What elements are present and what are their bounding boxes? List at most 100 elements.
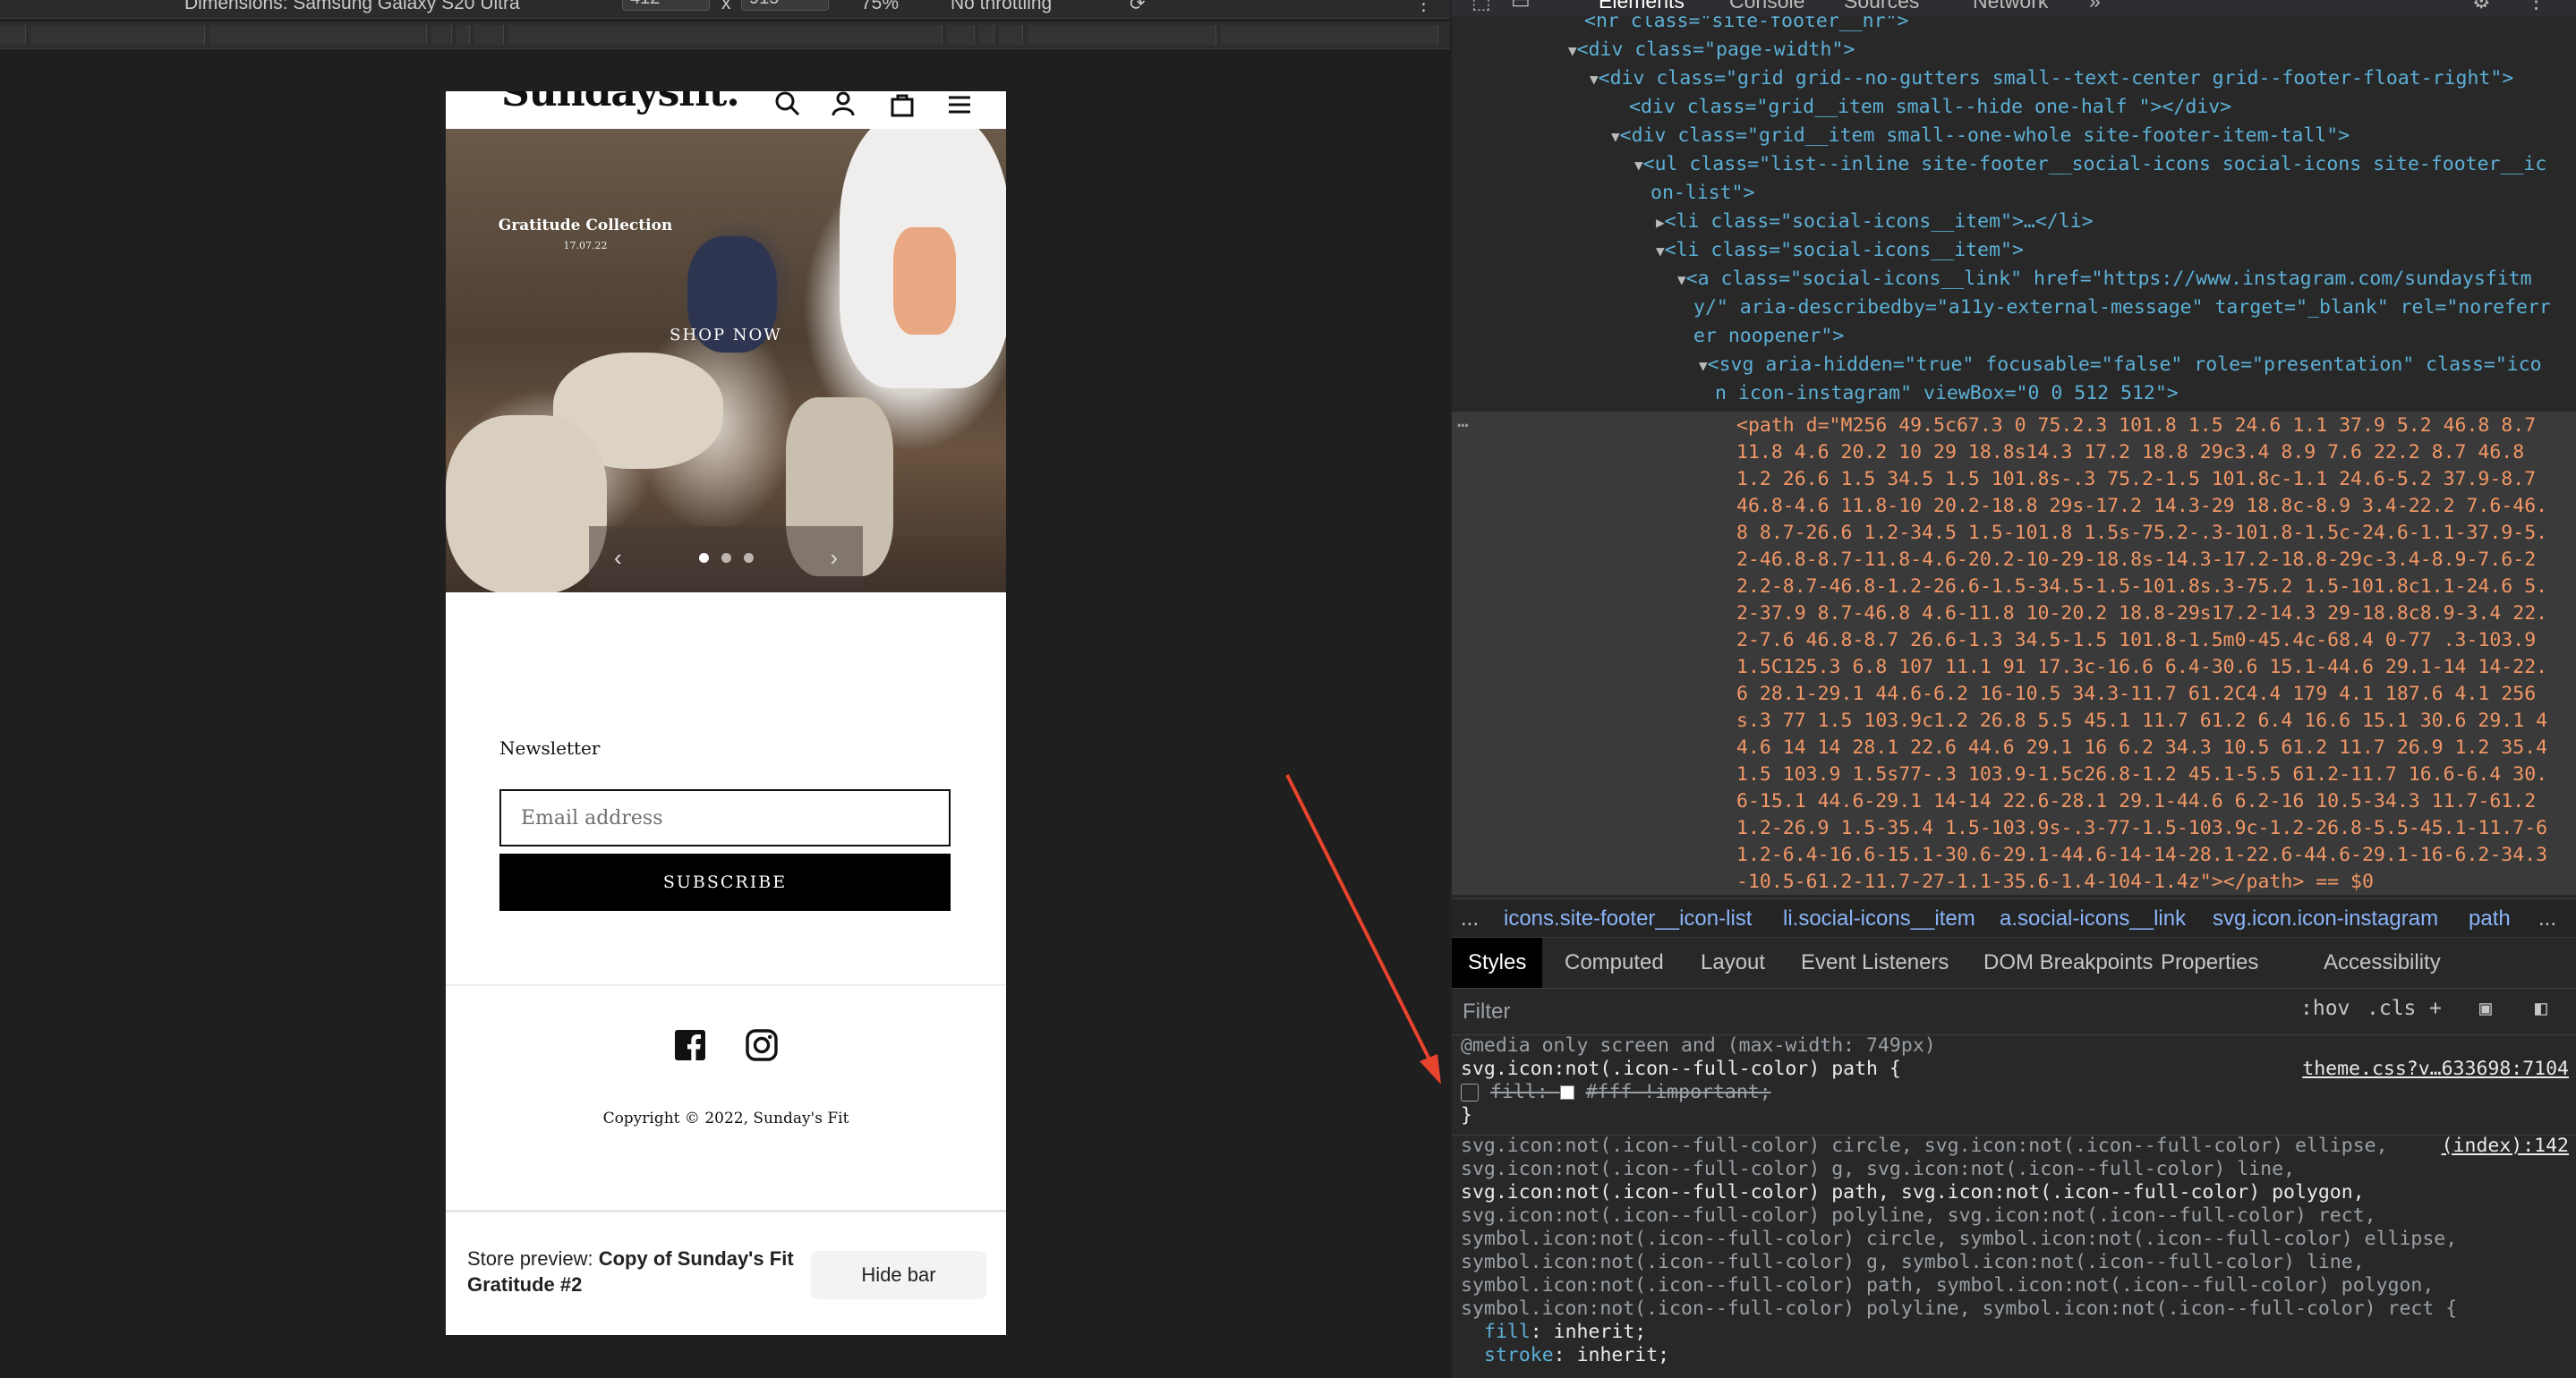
expand-triangle-icon[interactable]: ▼: [1611, 128, 1620, 145]
tab-event-listeners[interactable]: Event Listeners: [1801, 950, 1949, 975]
facebook-icon[interactable]: [674, 1029, 706, 1066]
devtools-menu-icon[interactable]: ⋮: [2526, 0, 2546, 13]
ruler-segment[interactable]: [947, 25, 975, 45]
rule-source-link[interactable]: (index):142: [2442, 1135, 2569, 1158]
settings-icon[interactable]: ⚙: [2472, 0, 2491, 13]
color-swatch[interactable]: [1559, 1085, 1574, 1100]
store-preview-text: Store preview: Copy of Sunday's Fit Grat…: [467, 1246, 843, 1297]
dom-node[interactable]: <hr class="site-footer__hr">: [1584, 16, 1908, 36]
device-toggle-icon[interactable]: ▭: [1511, 0, 1531, 13]
breadcrumb-item[interactable]: svg.icon.icon-instagram: [2213, 906, 2438, 931]
dom-node[interactable]: ▼<svg aria-hidden="true" focusable="fals…: [1699, 351, 2542, 380]
dimension-separator: x: [721, 0, 731, 13]
ruler-segment[interactable]: [1221, 25, 1438, 45]
account-icon[interactable]: [825, 91, 861, 122]
more-tabs-icon[interactable]: »: [2089, 0, 2101, 13]
style-declaration: fill: #fff !important;: [1461, 1081, 1771, 1104]
inspect-icon[interactable]: ⬚: [1471, 0, 1491, 13]
expand-triangle-icon[interactable]: ▼: [1677, 271, 1686, 288]
tab-network[interactable]: Network: [1973, 0, 2048, 13]
throttling-select[interactable]: No throttling: [951, 0, 1052, 14]
slider-dot[interactable]: [698, 552, 709, 563]
tab-properties[interactable]: Properties: [2161, 950, 2258, 975]
breadcrumb-overflow[interactable]: ...: [1461, 906, 1479, 931]
rule-source-link[interactable]: theme.css?v…633698:7104: [2302, 1058, 2569, 1081]
expand-triangle-icon[interactable]: ▼: [1590, 71, 1599, 88]
rule-selector: symbol.icon:not(.icon--full-color) g, sy…: [1461, 1251, 2365, 1273]
dom-node[interactable]: ▶<li class="social-icons__item">…</li>: [1656, 208, 2094, 237]
device-select[interactable]: Dimensions: Samsung Galaxy S20 Ultra: [184, 0, 520, 14]
device-toolbar: Dimensions: Samsung Galaxy S20 Ultra 412…: [0, 0, 1450, 19]
slider-dot[interactable]: [721, 552, 731, 563]
node-actions-icon[interactable]: ⋯: [1457, 412, 1469, 440]
expand-triangle-icon[interactable]: ▼: [1568, 42, 1577, 59]
rule-separator: [1452, 1135, 2576, 1136]
tab-layout[interactable]: Layout: [1701, 950, 1765, 975]
paint-brush-icon[interactable]: ▣: [2479, 997, 2492, 1020]
ruler-segment[interactable]: [456, 25, 470, 45]
breadcrumb-overflow[interactable]: ...: [2538, 906, 2556, 931]
class-toggle-button[interactable]: .cls: [2367, 997, 2416, 1020]
zoom-select[interactable]: 75%: [861, 0, 899, 14]
declaration-checkbox[interactable]: [1461, 1084, 1479, 1102]
shop-now-link[interactable]: SHOP NOW: [446, 326, 1006, 344]
style-declaration[interactable]: fill: inherit;: [1484, 1321, 1646, 1344]
search-icon[interactable]: [770, 91, 806, 122]
store-preview-bar: Store preview: Copy of Sunday's Fit Grat…: [446, 1213, 1006, 1335]
ruler-segment[interactable]: [999, 25, 1023, 45]
menu-icon[interactable]: [942, 91, 977, 122]
ruler-segment[interactable]: [474, 25, 504, 45]
email-field[interactable]: [499, 789, 951, 846]
ruler-segment[interactable]: [30, 25, 205, 45]
expand-triangle-icon[interactable]: ▼: [1634, 157, 1643, 174]
selected-dom-node[interactable]: ⋯ <path d="M256 49.5c67.3 0 75.2.3 101.8…: [1452, 412, 2576, 895]
more-options-icon[interactable]: ⋮: [1414, 0, 1433, 15]
dom-node[interactable]: ▼<li class="social-icons__item">: [1656, 236, 2024, 266]
subscribe-button[interactable]: SUBSCRIBE: [499, 854, 951, 911]
device-height-input[interactable]: 915: [741, 0, 829, 11]
ruler-segment[interactable]: [209, 25, 427, 45]
breadcrumb-item[interactable]: path: [2469, 906, 2511, 931]
slider-next-button[interactable]: ›: [830, 544, 838, 572]
hide-bar-button[interactable]: Hide bar: [811, 1251, 986, 1299]
device-width-input[interactable]: 412: [622, 0, 710, 11]
tab-dom-breakpoints[interactable]: DOM Breakpoints: [1983, 950, 2153, 975]
store-logo[interactable]: Sundaysfit.: [501, 91, 740, 115]
dom-node[interactable]: ▼<ul class="list--inline site-footer__so…: [1634, 150, 2546, 180]
new-rule-button[interactable]: +: [2429, 997, 2442, 1020]
expand-triangle-icon[interactable]: ▼: [1699, 357, 1708, 374]
dom-node[interactable]: ▼<a class="social-icons__link" href="htt…: [1677, 265, 2532, 294]
instagram-icon[interactable]: [746, 1029, 778, 1066]
breadcrumb-item[interactable]: icons.site-footer__icon-list: [1504, 906, 1752, 931]
ruler-segment[interactable]: [0, 25, 26, 45]
collapse-triangle-icon[interactable]: ▶: [1656, 214, 1665, 231]
expand-triangle-icon[interactable]: ▼: [1656, 242, 1665, 259]
tab-accessibility[interactable]: Accessibility: [2324, 950, 2441, 975]
tab-sources[interactable]: Sources: [1844, 0, 1919, 13]
breadcrumb-item[interactable]: li.social-icons__item: [1783, 906, 1975, 931]
slider-dot[interactable]: [743, 552, 754, 563]
ruler-segment[interactable]: [431, 25, 452, 45]
hover-state-button[interactable]: :hov: [2300, 997, 2350, 1020]
dom-node[interactable]: ▼<div class="grid grid--no-gutters small…: [1590, 64, 2513, 94]
tab-elements[interactable]: Elements: [1599, 0, 1685, 13]
tab-computed[interactable]: Computed: [1565, 950, 1664, 975]
dom-node[interactable]: ▼<div class="page-width">: [1568, 36, 1855, 65]
style-declaration[interactable]: stroke: inherit;: [1484, 1344, 1669, 1367]
dom-node[interactable]: ▼<div class="grid__item small--one-whole…: [1611, 122, 2350, 151]
store-preview-prefix: Store preview:: [467, 1247, 599, 1270]
slider-prev-button[interactable]: ‹: [614, 544, 622, 572]
ruler-segment[interactable]: [508, 25, 943, 45]
rotate-icon[interactable]: ⟳: [1130, 0, 1146, 15]
breadcrumb-item[interactable]: a.social-icons__link: [2000, 906, 2186, 931]
ruler-segment[interactable]: [1028, 25, 1216, 45]
ruler-segment[interactable]: [979, 25, 994, 45]
dom-node[interactable]: <div class="grid__item small--hide one-h…: [1629, 93, 2231, 122]
rule-selector: symbol.icon:not(.icon--full-color) path,…: [1461, 1274, 2435, 1297]
styles-filter-input[interactable]: [1457, 995, 2291, 1029]
hero-slideshow[interactable]: Gratitude Collection 17.07.22 SHOP NOW ‹…: [446, 129, 1006, 592]
tab-console[interactable]: Console: [1729, 0, 1804, 13]
cart-icon[interactable]: [884, 91, 920, 122]
tab-styles[interactable]: Styles: [1452, 938, 1543, 988]
toggle-sidebar-icon[interactable]: ◧: [2535, 997, 2547, 1020]
